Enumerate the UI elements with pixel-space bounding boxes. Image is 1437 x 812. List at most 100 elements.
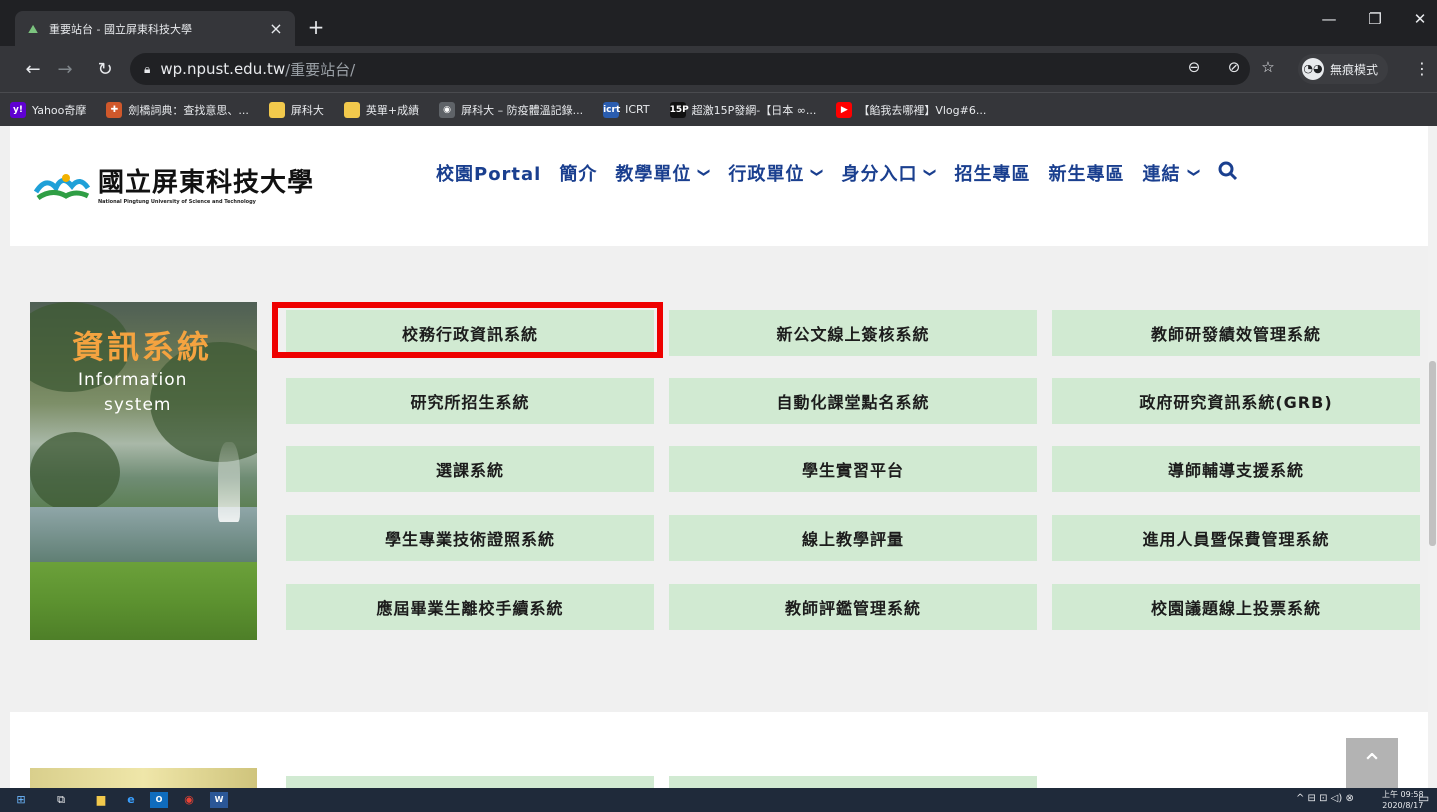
minimize-icon[interactable]: — [1314,10,1344,28]
bookmark-item[interactable]: ▶ 【餡我去哪裡】Vlog#6... [836,101,987,118]
system-link-button[interactable]: 教師評鑑管理系統 [669,584,1037,630]
tab-strip: ⛰ 重要站台 - 國立屏東科技大學 × + — ❐ ✕ [0,0,1437,46]
outlook-icon[interactable]: O [150,792,168,808]
nav-item-label: 身分入口 [841,164,918,185]
cambridge-icon: ✚ [106,101,123,118]
lock-icon: 🔒︎ [144,61,151,76]
bookmark-item[interactable]: 屏科大 [268,101,324,118]
bookmark-item[interactable]: ◉ 屏科大 – 防疫體溫記錄... [439,101,583,118]
bookmark-label: 超激15P發網-【日本 ∞... [691,103,817,117]
university-logo[interactable]: 國立屏東科技大學 National Pingtung University of… [32,156,322,211]
nav-item-label: 校園Portal [436,164,542,185]
system-link-button[interactable]: 選課系統 [286,446,654,492]
edge-icon[interactable]: e [122,792,140,808]
nav-item-label: 招生專區 [954,164,1031,185]
nav-item[interactable]: 身分入口 ❯ [841,160,939,186]
system-link-button[interactable]: 政府研究資訊系統(GRB) [1052,378,1420,424]
address-bar[interactable]: 🔒︎ wp.npust.edu.tw /重要站台/ [130,53,1250,85]
search-icon[interactable] [1218,161,1238,186]
chevron-down-icon: ❯ [924,167,939,179]
nav-item[interactable]: 新生專區 [1049,160,1125,186]
system-link-button[interactable]: 導師輔導支援系統 [1052,446,1420,492]
nav-item[interactable]: 招生專區 [955,160,1031,186]
system-link-button[interactable]: 教師研發績效管理系統 [1052,310,1420,356]
task-view-icon[interactable]: ⧉ [52,792,70,808]
restore-icon[interactable]: ❐ [1360,10,1390,28]
section-subtitle-line2: system [104,395,172,415]
system-link-button[interactable]: 自動化課堂點名系統 [669,378,1037,424]
bookmark-label: 英單+成績 [365,103,420,117]
site-favicon-icon: ⛰ [27,21,39,36]
site-header: 國立屏東科技大學 National Pingtung University of… [10,126,1428,246]
new-tab-button[interactable]: + [303,14,329,40]
nav-item[interactable]: 簡介 [559,160,597,186]
system-link-button[interactable]: 線上教學評量 [669,515,1037,561]
bookmark-item[interactable]: icrt ICRT [603,101,650,118]
logo-chinese-name: 國立屏東科技大學 [98,168,315,198]
windows-taskbar: ⊞ ⧉ ▆ e O ◉ W ^ ⊟ ⊡ ◁) ⊗ 上午 09:58 2020/8… [0,788,1437,812]
fountain-image [218,442,240,522]
bookmark-label: 劍橋詞典：查找意思、... [128,103,249,117]
browser-tab[interactable]: ⛰ 重要站台 - 國立屏東科技大學 × [15,11,295,46]
bookmark-star-icon[interactable]: ☆ [1256,58,1280,76]
system-link-button[interactable]: 學生實習平台 [669,446,1037,492]
chevron-down-icon: ❯ [810,167,825,179]
folder-icon [343,101,360,118]
scroll-to-top-button[interactable]: ⌃ [1346,738,1398,788]
chevron-down-icon: ❯ [1187,167,1202,179]
nav-item[interactable]: 校園Portal [436,160,541,186]
zoom-icon[interactable]: ⊖ [1182,58,1206,76]
information-system-banner: 資訊系統 Information system [30,302,257,640]
file-explorer-icon[interactable]: ▆ [92,792,110,808]
nav-item-label: 行政單位 [728,164,805,185]
chrome-icon[interactable]: ◉ [180,792,198,808]
nav-item[interactable]: 教學單位 ❯ [615,160,712,186]
system-link-button[interactable]: 學生專業技術證照系統 [286,515,654,561]
next-section-button[interactable] [286,776,654,788]
bookmark-item[interactable]: ✚ 劍橋詞典：查找意思、... [106,101,249,118]
system-link-button[interactable]: 應屆畢業生離校手續系統 [286,584,654,630]
system-link-button[interactable]: 研究所招生系統 [286,378,654,424]
incognito-indicator[interactable]: ◔◕ 無痕模式 [1298,54,1389,84]
reload-icon[interactable]: ↻ [92,57,118,83]
nav-item-label: 新生專區 [1048,164,1125,185]
system-link-button[interactable]: 校園議題線上投票系統 [1052,584,1420,630]
logo-english-name: National Pingtung University of Science … [98,199,256,205]
bookmark-item[interactable]: 英單+成績 [343,101,420,118]
bookmark-label: ICRT [625,103,650,116]
system-link-button[interactable]: 新公文線上簽核系統 [669,310,1037,356]
incognito-icon: ◔◕ [1302,58,1324,80]
nav-item[interactable]: 行政單位 ❯ [728,160,825,186]
word-icon[interactable]: W [210,792,228,808]
main-navigation: 校園Portal 簡介 教學單位 ❯ 行政單位 ❯ 身分入口 ❯ 招生專區 新生專區 連結 ❯ [436,160,1238,186]
windows-start-icon[interactable]: ⊞ [12,792,30,808]
page-scrollbar[interactable] [1428,126,1437,788]
bookmark-label: 屏科大 [290,103,324,117]
nav-item-label: 連結 [1142,164,1181,185]
next-section-banner [30,768,257,788]
bookmarks-bar: y! Yahoo奇摩 ✚ 劍橋詞典：查找意思、... 屏科大 英單+成績 ◉ 屏科大 – 防疫… [0,92,1437,126]
forward-arrow-icon[interactable]: → [52,57,78,83]
bookmark-label: Yahoo奇摩 [32,103,87,117]
nav-item[interactable]: 連結 ❯ [1142,160,1202,186]
bookmark-item[interactable]: y! Yahoo奇摩 [10,101,87,118]
system-tray-icons[interactable]: ^ ⊟ ⊡ ◁) ⊗ [1296,793,1354,804]
section-subtitle-line1: Information [78,370,188,390]
menu-kebab-icon[interactable]: ⋮ [1414,59,1430,78]
close-tab-icon[interactable]: × [267,19,285,38]
next-section-button[interactable] [669,776,1037,788]
back-arrow-icon[interactable]: ← [20,57,46,83]
system-link-button[interactable]: 進用人員暨保費管理系統 [1052,515,1420,561]
tab-title: 重要站台 - 國立屏東科技大學 [49,22,192,36]
tracking-blocked-icon[interactable]: ⊘ [1222,58,1246,76]
bookmark-label: 【餡我去哪裡】Vlog#6... [858,103,987,117]
browser-toolbar: ← → ↻ 🔒︎ wp.npust.edu.tw /重要站台/ ⊖ ⊘ ☆ ◔◕… [0,46,1437,92]
yahoo-icon: y! [10,101,26,118]
window-close-icon[interactable]: ✕ [1405,10,1435,28]
nav-item-label: 簡介 [559,164,598,185]
scrollbar-thumb[interactable] [1429,361,1436,546]
youtube-icon: ▶ [836,101,853,118]
npust-emblem-icon [33,173,91,200]
notification-icon[interactable]: ▭ [1418,791,1429,805]
bookmark-item[interactable]: 15P 超激15P發網-【日本 ∞... [669,101,817,118]
